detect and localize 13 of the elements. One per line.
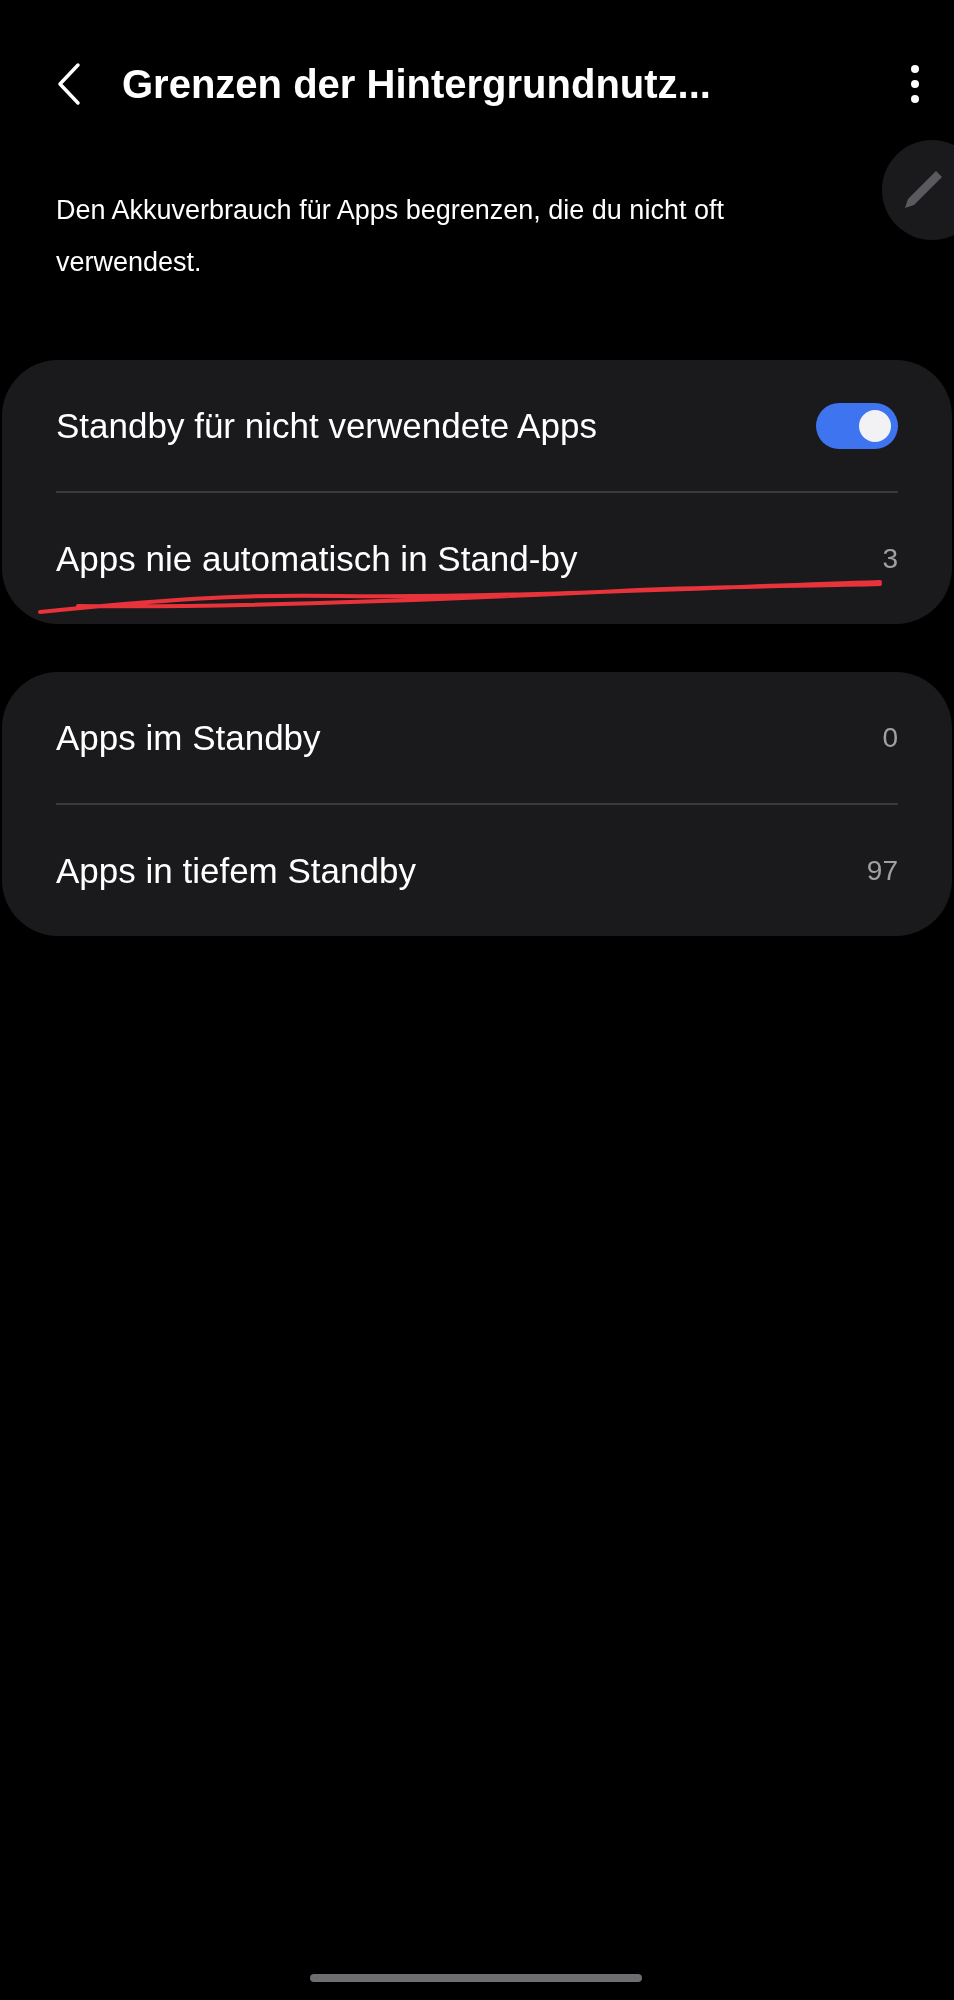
app-count: 3 xyxy=(882,542,898,575)
more-options-button[interactable] xyxy=(910,64,920,104)
app-count: 97 xyxy=(866,854,898,887)
setting-label[interactable]: Apps im Standby xyxy=(56,717,321,758)
page-title: Grenzen der Hintergrundnutz... xyxy=(122,61,712,107)
setting-label[interactable]: Apps nie automatisch in Stand-by xyxy=(56,538,578,579)
setting-label[interactable]: Standby für nicht verwendete Apps xyxy=(56,405,597,446)
setting-label[interactable]: Apps in tiefem Standby xyxy=(56,850,416,891)
app-count: 0 xyxy=(882,721,898,754)
description-text: Den Akkuverbrauch für Apps begrenzen, die du nicht oft verwendest. xyxy=(56,194,725,279)
toggle-switch[interactable] xyxy=(816,402,898,449)
back-button[interactable] xyxy=(56,62,82,106)
edit-button[interactable] xyxy=(882,140,954,240)
